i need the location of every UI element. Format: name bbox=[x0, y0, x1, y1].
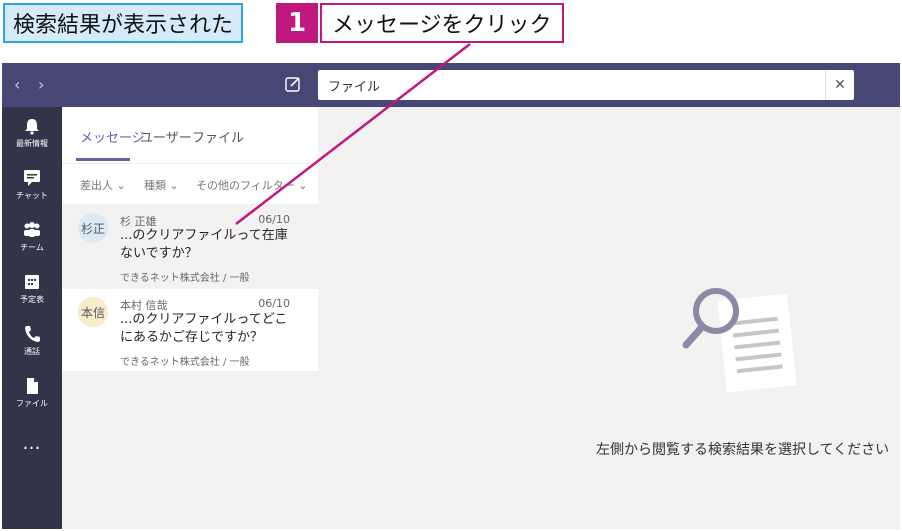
annotation-callout-line bbox=[235, 43, 471, 225]
